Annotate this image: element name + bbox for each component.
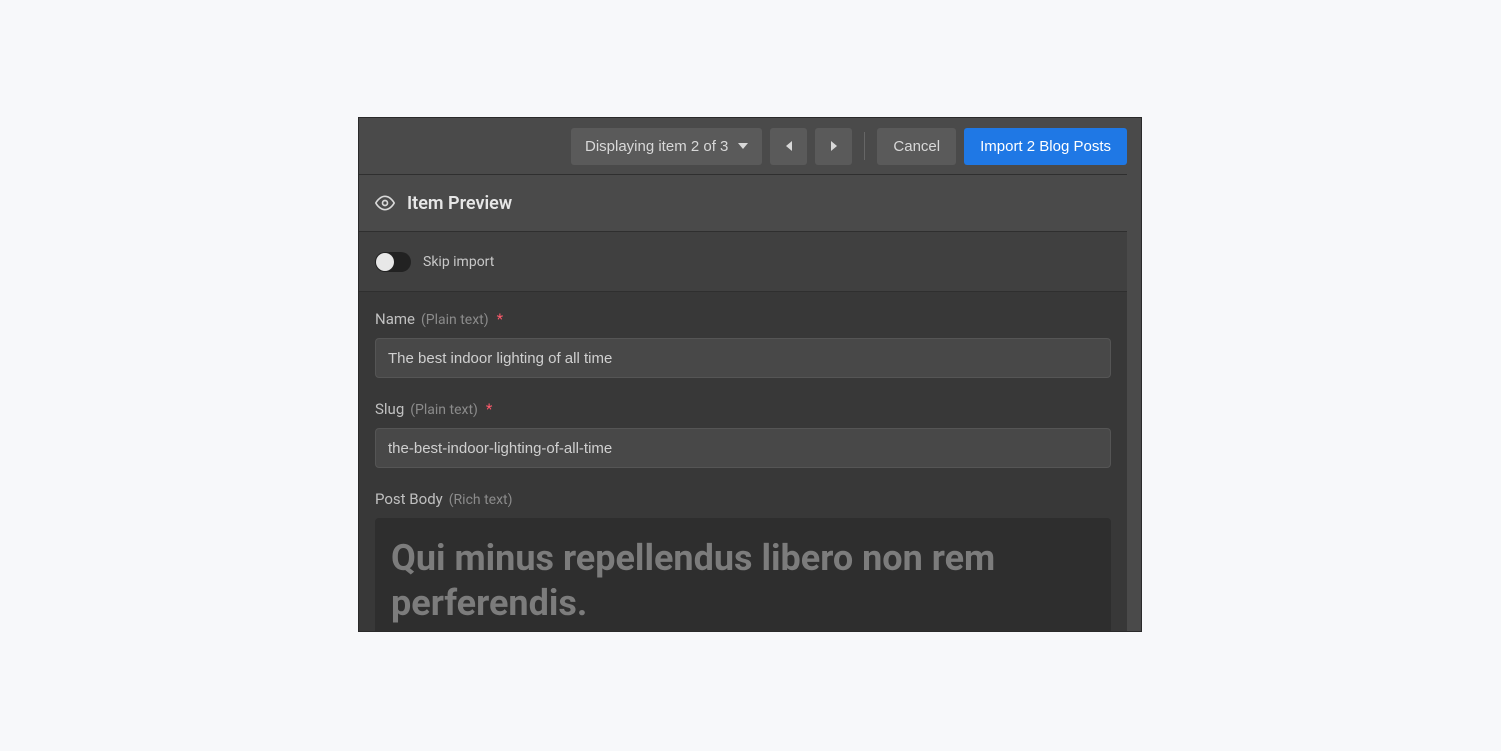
- slug-label: Slug (Plain text) *: [375, 400, 1111, 418]
- name-label: Name (Plain text) *: [375, 310, 1111, 328]
- required-icon: *: [486, 400, 492, 418]
- import-button[interactable]: Import 2 Blog Posts: [964, 128, 1127, 165]
- cancel-button[interactable]: Cancel: [877, 128, 956, 165]
- item-dropdown[interactable]: Displaying item 2 of 3: [571, 128, 762, 165]
- section-title: Item Preview: [407, 193, 512, 214]
- body-type: (Rich text): [449, 492, 513, 508]
- name-type: (Plain text): [421, 312, 489, 328]
- item-dropdown-label: Displaying item 2 of 3: [585, 138, 728, 155]
- toggle-knob: [376, 253, 394, 271]
- chevron-down-icon: [738, 143, 748, 149]
- skip-import-row: Skip import: [359, 232, 1127, 292]
- scrollbar[interactable]: [1127, 174, 1141, 631]
- body-heading: Qui minus repellendus libero non rem per…: [391, 536, 1095, 626]
- modal-content: Item Preview Skip import Name (Plain tex…: [359, 174, 1141, 631]
- main-panel: Item Preview Skip import Name (Plain tex…: [359, 174, 1127, 631]
- next-item-button[interactable]: [815, 128, 852, 165]
- chevron-right-icon: [831, 141, 837, 151]
- modal-toolbar: Displaying item 2 of 3 Cancel Import 2 B…: [359, 118, 1141, 174]
- name-input[interactable]: [375, 338, 1111, 378]
- toolbar-divider: [864, 132, 865, 160]
- body-richtext[interactable]: Qui minus repellendus libero non rem per…: [375, 518, 1111, 631]
- prev-item-button[interactable]: [770, 128, 807, 165]
- section-header: Item Preview: [359, 174, 1127, 232]
- slug-input[interactable]: [375, 428, 1111, 468]
- skip-import-label: Skip import: [423, 254, 494, 270]
- import-modal: Displaying item 2 of 3 Cancel Import 2 B…: [358, 117, 1142, 632]
- form-body: Name (Plain text) * Slug (Plain text) * …: [359, 292, 1127, 631]
- body-label: Post Body (Rich text): [375, 490, 1111, 508]
- name-label-text: Name: [375, 310, 415, 328]
- skip-import-toggle[interactable]: [375, 252, 411, 272]
- slug-type: (Plain text): [410, 402, 478, 418]
- chevron-left-icon: [786, 141, 792, 151]
- eye-icon: [375, 193, 395, 213]
- slug-label-text: Slug: [375, 400, 404, 418]
- body-label-text: Post Body: [375, 490, 443, 508]
- required-icon: *: [497, 310, 503, 328]
